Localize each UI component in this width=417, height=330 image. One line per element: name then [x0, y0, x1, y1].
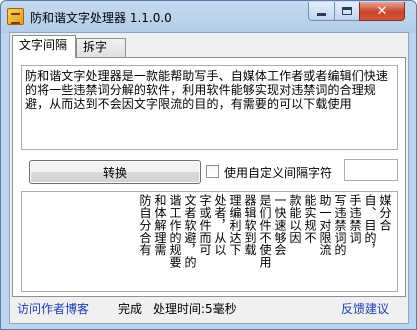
- minimize-button[interactable]: [308, 2, 335, 21]
- output-column: 能实规不: [303, 194, 317, 244]
- tab-panel: 防和谐文字处理器是一款能帮助写手、自媒体工作者或者编辑们快速的将一些违禁词分解的…: [12, 57, 406, 297]
- output-column: 一快速够会: [273, 194, 287, 256]
- custom-separator-checkbox[interactable]: [206, 165, 219, 178]
- convert-button[interactable]: 转换: [29, 160, 201, 184]
- output-column: 媒分合: [378, 194, 392, 232]
- processing-time: 处理时间:5毫秒: [153, 302, 237, 316]
- close-icon: ✕: [376, 3, 388, 19]
- separator-input[interactable]: [344, 159, 398, 181]
- app-icon: [7, 8, 24, 25]
- output-column: 是们件不使用: [258, 194, 272, 269]
- minimize-icon: [317, 12, 326, 16]
- status-text: 完成: [118, 302, 143, 316]
- output-column: 处者，从以: [213, 194, 227, 256]
- output-column: 写违禁词的: [333, 194, 347, 256]
- output-column: 自、目的，: [363, 194, 377, 256]
- output-column: 和体解理需: [153, 194, 167, 256]
- output-column: 款能以因: [288, 194, 302, 244]
- output-column: 器辑软到载: [243, 194, 257, 256]
- status-bar: 访问作者博客 完成 处理时间:5毫秒 反馈建议: [10, 299, 408, 323]
- output-vertical-text: 媒分合 自、目的， 手违禁词 写违禁词的 助一对限流 能实规不 款能以因 一快速…: [138, 194, 392, 291]
- output-textarea[interactable]: 媒分合 自、目的， 手违禁词 写违禁词的 助一对限流 能实规不 款能以因 一快速…: [21, 191, 398, 292]
- tab-split-characters[interactable]: 拆字: [76, 38, 126, 57]
- output-column: 防自分合有: [138, 194, 152, 256]
- app-window: 防和谐文字处理器 1.1.0.0 ✕ 文字间隔 拆字 防和谐文字处理器是一款能帮…: [0, 0, 417, 330]
- custom-separator-label[interactable]: 使用自定义间隔字符: [224, 164, 332, 181]
- maximize-button[interactable]: [334, 2, 360, 21]
- input-text: 防和谐文字处理器是一款能帮助写手、自媒体工作者或者编辑们快速的将一些违禁词分解的…: [25, 69, 389, 111]
- tab-text-spacing[interactable]: 文字间隔: [12, 35, 76, 58]
- author-blog-link[interactable]: 访问作者博客: [17, 300, 89, 317]
- output-column: 理编利达下: [228, 194, 242, 256]
- window-title: 防和谐文字处理器 1.1.0.0: [30, 11, 172, 25]
- output-column: 谐工作的规要: [168, 194, 182, 269]
- maximize-icon: [342, 7, 352, 15]
- close-button[interactable]: ✕: [359, 2, 405, 21]
- output-column: 字或件而可: [198, 194, 212, 256]
- feedback-link[interactable]: 反馈建议: [341, 300, 389, 317]
- input-textarea[interactable]: 防和谐文字处理器是一款能帮助写手、自媒体工作者或者编辑们快速的将一些违禁词分解的…: [21, 65, 398, 150]
- output-column: 文者软避，的: [183, 194, 197, 269]
- title-bar[interactable]: 防和谐文字处理器 1.1.0.0 ✕: [1, 1, 416, 33]
- main-client-area: 文字间隔 拆字 防和谐文字处理器是一款能帮助写手、自媒体工作者或者编辑们快速的将…: [9, 32, 409, 324]
- output-column: 助一对限流: [318, 194, 332, 256]
- output-column: 手违禁词: [348, 194, 362, 244]
